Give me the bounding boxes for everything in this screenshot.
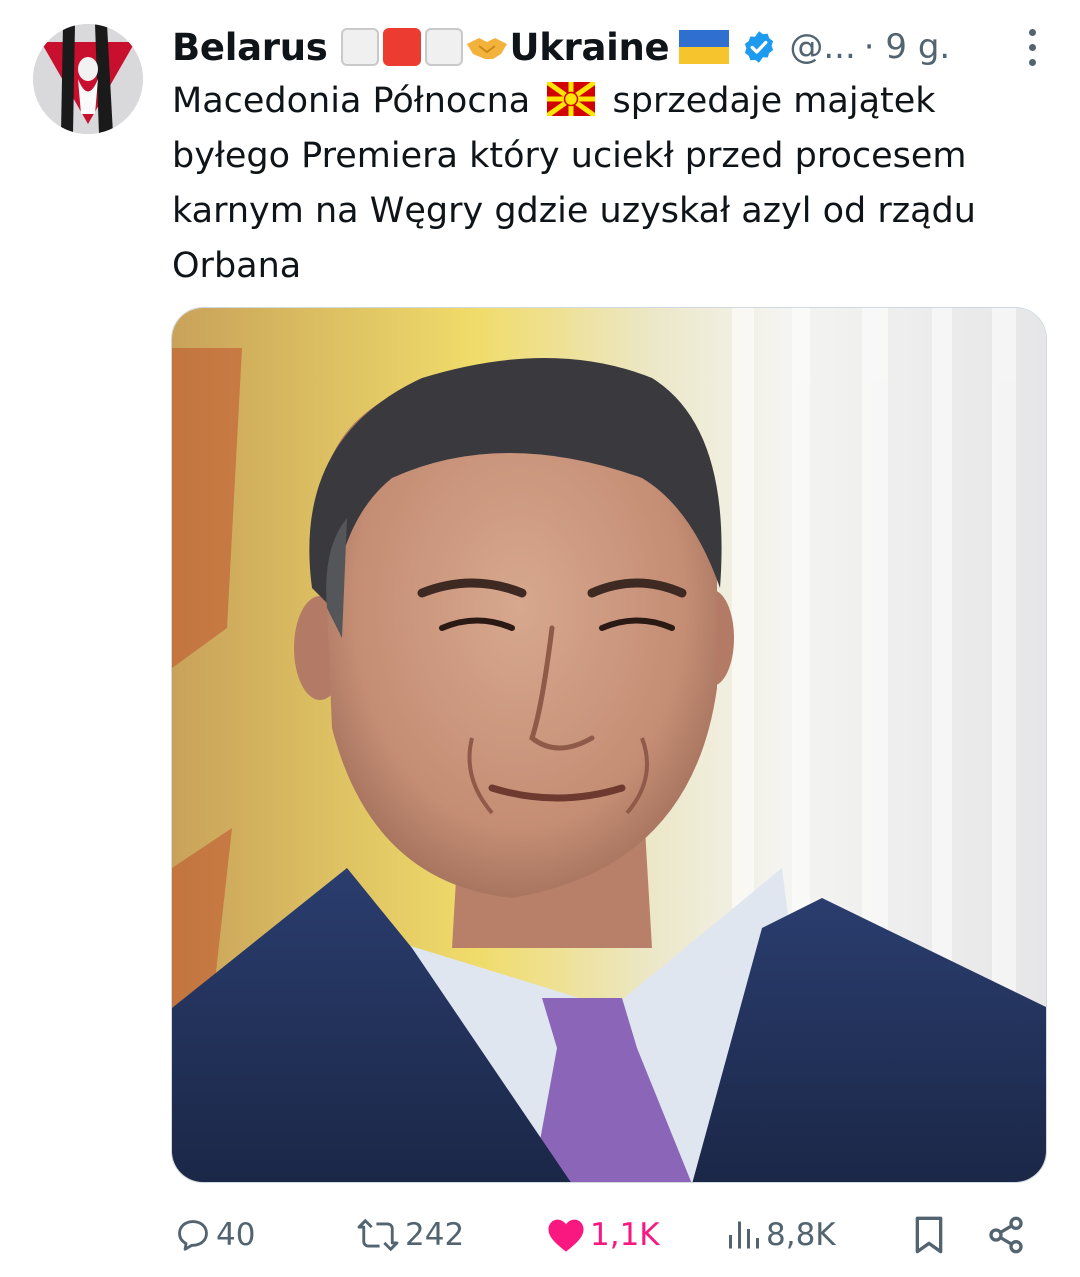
reply-count: 40 [216,1217,256,1253]
ukraine-flag-icon [679,30,730,64]
bookmark-icon [915,1216,943,1254]
avatar[interactable] [33,24,143,134]
like-icon [548,1219,584,1252]
verified-icon [745,31,774,63]
more-icon[interactable] [1012,24,1052,70]
avatar-image [33,24,143,134]
retweet-count: 242 [405,1217,465,1253]
tweet-text: Macedonia Północna sprzedaje majątek był… [172,74,1042,294]
tweet-photo[interactable] [171,307,1047,1183]
retweet-icon [357,1218,399,1252]
display-name-suffix: Ukraine [509,25,670,69]
tweet-text-line: Macedonia Północna sprzedaje majątek [172,74,1042,129]
views-button[interactable]: 8,8K [726,1210,836,1260]
tweet-text-part: Macedonia Północna [172,81,531,121]
reply-button[interactable]: 40 [174,1210,255,1260]
tweet-text-part: sprzedaje majątek [612,81,936,121]
timestamp[interactable]: · 9 g. [864,27,950,67]
share-icon [989,1216,1023,1254]
display-name-text: Belarus [172,25,328,69]
views-icon [729,1221,759,1249]
display-name[interactable]: Belarus Ukraine [172,25,730,69]
white-square-emoji [425,28,464,66]
tweet-text-line: byłego Premiera który uciekł przed proce… [172,136,967,176]
tweet-text-line: Orbana [172,246,302,286]
bookmark-button[interactable] [912,1210,946,1260]
north-macedonia-flag-icon [545,79,597,119]
like-count: 1,1K [590,1217,660,1253]
tweet-text-line: karnym na Węgry gdzie uzyskał azyl od rz… [172,191,976,231]
action-bar: 40 242 1,1K 8,8K [0,1200,1080,1270]
reply-icon [178,1220,208,1251]
user-handle[interactable]: @... [789,27,855,67]
handshake-icon [467,38,508,59]
tweet: Belarus Ukraine @... · 9 g. Macedonia Pó… [0,0,1080,1277]
share-button[interactable] [986,1210,1026,1260]
tweet-header: Belarus Ukraine @... · 9 g. [172,22,1052,72]
views-count: 8,8K [766,1217,836,1253]
photo-image [172,308,1046,1182]
red-square-emoji [383,28,422,66]
like-button[interactable]: 1,1K [546,1210,660,1260]
retweet-button[interactable]: 242 [355,1210,464,1260]
white-square-emoji [341,28,380,66]
